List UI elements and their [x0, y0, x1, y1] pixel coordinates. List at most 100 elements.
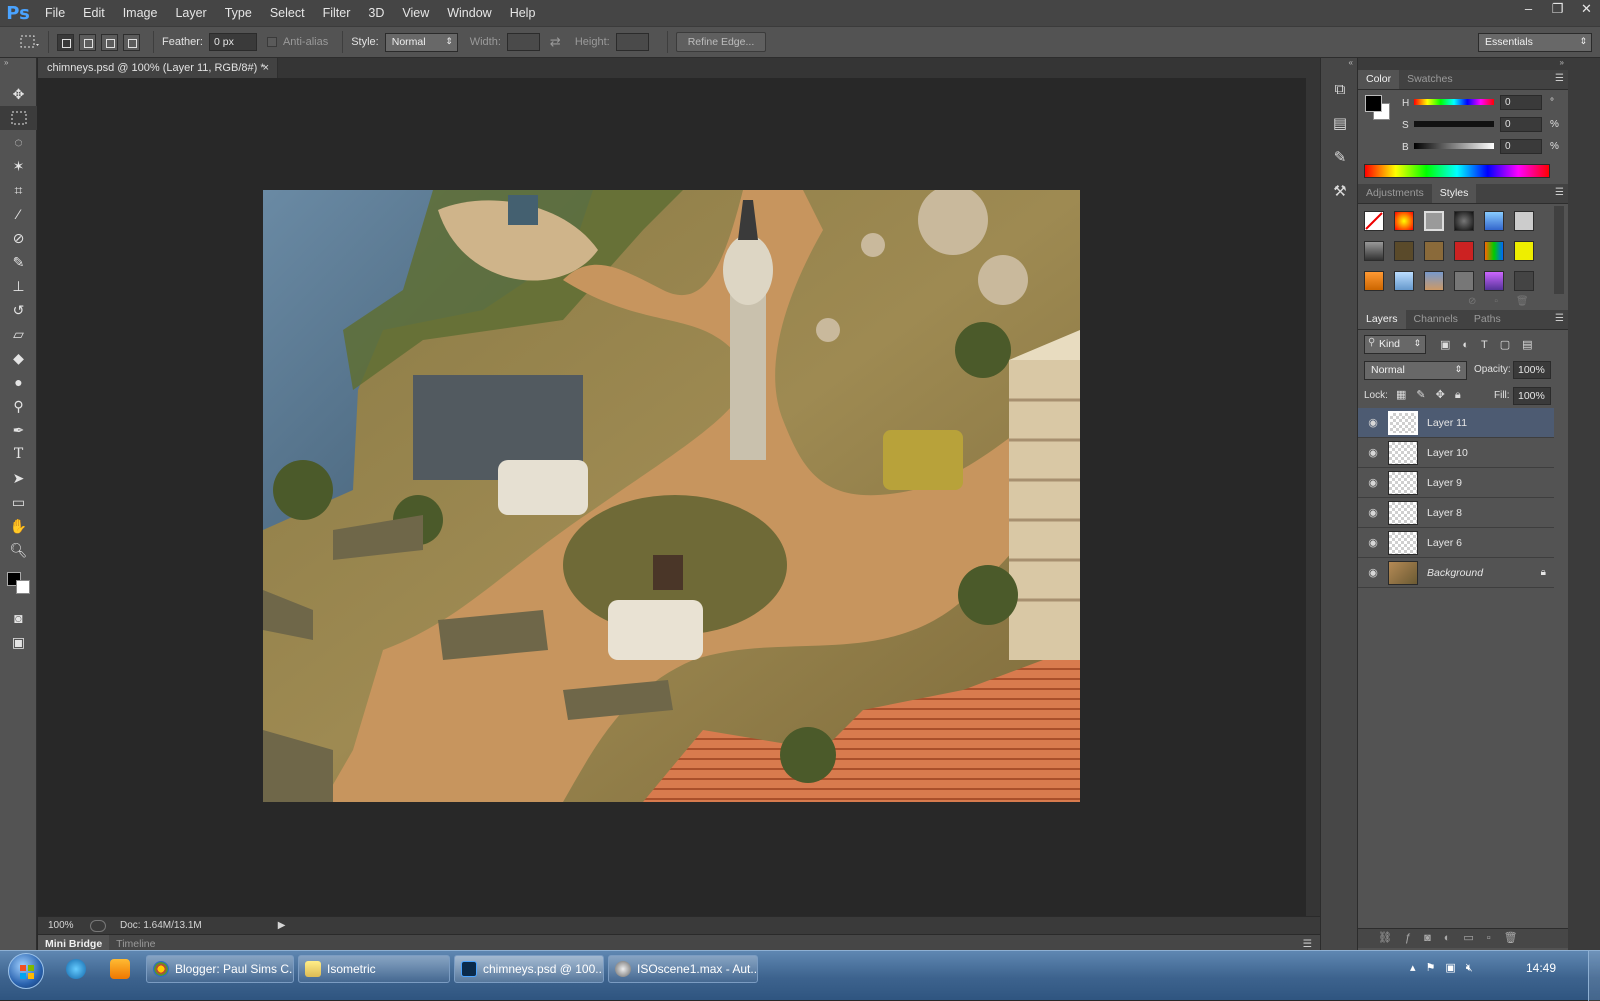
- dodge-tool[interactable]: ⚲: [0, 394, 37, 418]
- swap-icon[interactable]: ⇄: [550, 34, 561, 50]
- tab-color[interactable]: Color: [1358, 70, 1400, 89]
- brightness-slider[interactable]: [1414, 143, 1494, 149]
- tab-adjustments[interactable]: Adjustments: [1358, 184, 1432, 203]
- style-swatch[interactable]: [1514, 241, 1534, 261]
- menu-layer[interactable]: Layer: [166, 0, 215, 26]
- workspace-select[interactable]: Essentials: [1478, 33, 1592, 52]
- tab-styles[interactable]: Styles: [1431, 184, 1477, 203]
- panel-menu-icon[interactable]: ☰: [1555, 73, 1564, 84]
- close-tab-icon[interactable]: ×: [263, 58, 269, 78]
- hue-slider[interactable]: [1414, 99, 1494, 105]
- style-swatch[interactable]: [1484, 241, 1504, 261]
- crop-tool[interactable]: ⌗: [0, 178, 37, 202]
- properties-panel-button[interactable]: ▤: [1321, 106, 1359, 140]
- anti-alias-checkbox[interactable]: [266, 37, 277, 47]
- pen-tool[interactable]: ✒: [0, 418, 37, 442]
- style-swatch[interactable]: [1424, 241, 1444, 261]
- history-panel-button[interactable]: ⧉: [1321, 72, 1359, 106]
- style-swatch[interactable]: [1454, 211, 1474, 231]
- paint-bucket-tool[interactable]: ◆: [0, 346, 37, 370]
- healing-brush-tool[interactable]: ⊘: [0, 226, 37, 250]
- lock-icons[interactable]: ▦✎✥🔒︎: [1396, 388, 1471, 402]
- saturation-input[interactable]: 0: [1500, 117, 1542, 132]
- layer-row[interactable]: ◉ Layer 11: [1358, 408, 1554, 438]
- tool-presets-button[interactable]: ⚒: [1321, 174, 1359, 208]
- tab-paths[interactable]: Paths: [1466, 310, 1509, 329]
- background-color-swatch[interactable]: [16, 580, 30, 594]
- new-selection-button[interactable]: [57, 33, 74, 51]
- brush-tool[interactable]: ✎: [0, 250, 37, 274]
- collapse-panels-icon[interactable]: »: [1358, 58, 1568, 70]
- eye-icon[interactable]: ◉: [1358, 566, 1388, 579]
- magic-wand-tool[interactable]: ✶: [0, 154, 37, 178]
- menu-select[interactable]: Select: [261, 0, 314, 26]
- document-canvas[interactable]: [263, 190, 1080, 802]
- foreground-color-swatch[interactable]: [1365, 95, 1382, 112]
- taskbar-button[interactable]: ISOscene1.max - Aut...: [608, 955, 758, 983]
- intersect-selection-button[interactable]: [123, 33, 140, 51]
- refine-edge-button[interactable]: Refine Edge...: [675, 32, 767, 52]
- blend-mode-select[interactable]: Normal: [1364, 361, 1467, 380]
- style-swatch[interactable]: [1394, 241, 1414, 261]
- style-none[interactable]: [1364, 211, 1384, 231]
- color-ramp[interactable]: [1364, 164, 1550, 178]
- panel-menu-icon[interactable]: ☰: [1555, 313, 1564, 324]
- restore-button[interactable]: ❐: [1544, 0, 1571, 18]
- saturation-slider[interactable]: [1414, 121, 1494, 127]
- tab-swatches[interactable]: Swatches: [1399, 70, 1461, 89]
- system-tray-icons[interactable]: ▴⚑▣🔇︎: [1410, 961, 1483, 975]
- shape-tool[interactable]: ▭: [0, 490, 37, 514]
- collapse-icon[interactable]: »: [0, 58, 36, 68]
- style-swatch[interactable]: [1424, 271, 1444, 291]
- quick-mask-button[interactable]: ◙: [0, 606, 37, 630]
- style-swatch[interactable]: [1394, 211, 1414, 231]
- layer-row[interactable]: ◉ Layer 6: [1358, 528, 1554, 558]
- style-swatch[interactable]: [1424, 211, 1444, 231]
- style-swatch[interactable]: [1364, 241, 1384, 261]
- menu-window[interactable]: Window: [438, 0, 500, 26]
- style-swatch[interactable]: [1514, 211, 1534, 231]
- eye-icon[interactable]: ◉: [1358, 506, 1388, 519]
- brightness-input[interactable]: 0: [1500, 139, 1542, 154]
- opacity-input[interactable]: 100%: [1513, 361, 1551, 379]
- history-brush-tool[interactable]: ↺: [0, 298, 37, 322]
- brush-presets-button[interactable]: ✎: [1321, 140, 1359, 174]
- style-select[interactable]: Normal: [384, 32, 458, 52]
- hand-tool[interactable]: ✋: [0, 514, 37, 538]
- height-input[interactable]: [615, 33, 649, 51]
- menu-view[interactable]: View: [393, 0, 438, 26]
- menu-type[interactable]: Type: [216, 0, 261, 26]
- styles-scrollbar[interactable]: [1554, 206, 1564, 294]
- tool-preset-picker[interactable]: [18, 32, 40, 52]
- document-tab[interactable]: chimneys.psd @ 100% (Layer 11, RGB/8#) *…: [38, 58, 278, 78]
- start-button[interactable]: [8, 953, 44, 989]
- layer-row[interactable]: ◉ Background 🔒︎: [1358, 558, 1554, 588]
- path-selection-tool[interactable]: ➤: [0, 466, 37, 490]
- menu-image[interactable]: Image: [114, 0, 167, 26]
- eye-icon[interactable]: ◉: [1358, 476, 1388, 489]
- menu-file[interactable]: File: [36, 0, 74, 26]
- ie-icon[interactable]: [66, 959, 86, 979]
- status-menu-arrow-icon[interactable]: ▶: [278, 920, 286, 931]
- style-swatch[interactable]: [1364, 271, 1384, 291]
- subtract-from-selection-button[interactable]: [101, 33, 118, 51]
- marquee-tool[interactable]: [0, 106, 37, 130]
- style-swatch[interactable]: [1394, 271, 1414, 291]
- panel-menu-icon[interactable]: ☰: [1303, 938, 1312, 950]
- minimize-button[interactable]: –: [1515, 0, 1542, 18]
- eyedropper-tool[interactable]: ⁄: [0, 202, 37, 226]
- menu-filter[interactable]: Filter: [314, 0, 360, 26]
- fill-input[interactable]: 100%: [1513, 387, 1551, 405]
- screen-mode-button[interactable]: ▣: [0, 630, 37, 654]
- menu-edit[interactable]: Edit: [74, 0, 114, 26]
- add-to-selection-button[interactable]: [79, 33, 96, 51]
- menu-help[interactable]: Help: [501, 0, 545, 26]
- eye-icon[interactable]: ◉: [1358, 536, 1388, 549]
- blur-tool[interactable]: ●: [0, 370, 37, 394]
- vertical-scrollbar[interactable]: [1306, 78, 1320, 916]
- doc-info-icon[interactable]: [90, 919, 106, 932]
- eraser-tool[interactable]: ▱: [0, 322, 37, 346]
- tab-layers[interactable]: Layers: [1358, 310, 1406, 329]
- taskbar-button[interactable]: Isometric: [298, 955, 450, 983]
- style-swatch[interactable]: [1484, 271, 1504, 291]
